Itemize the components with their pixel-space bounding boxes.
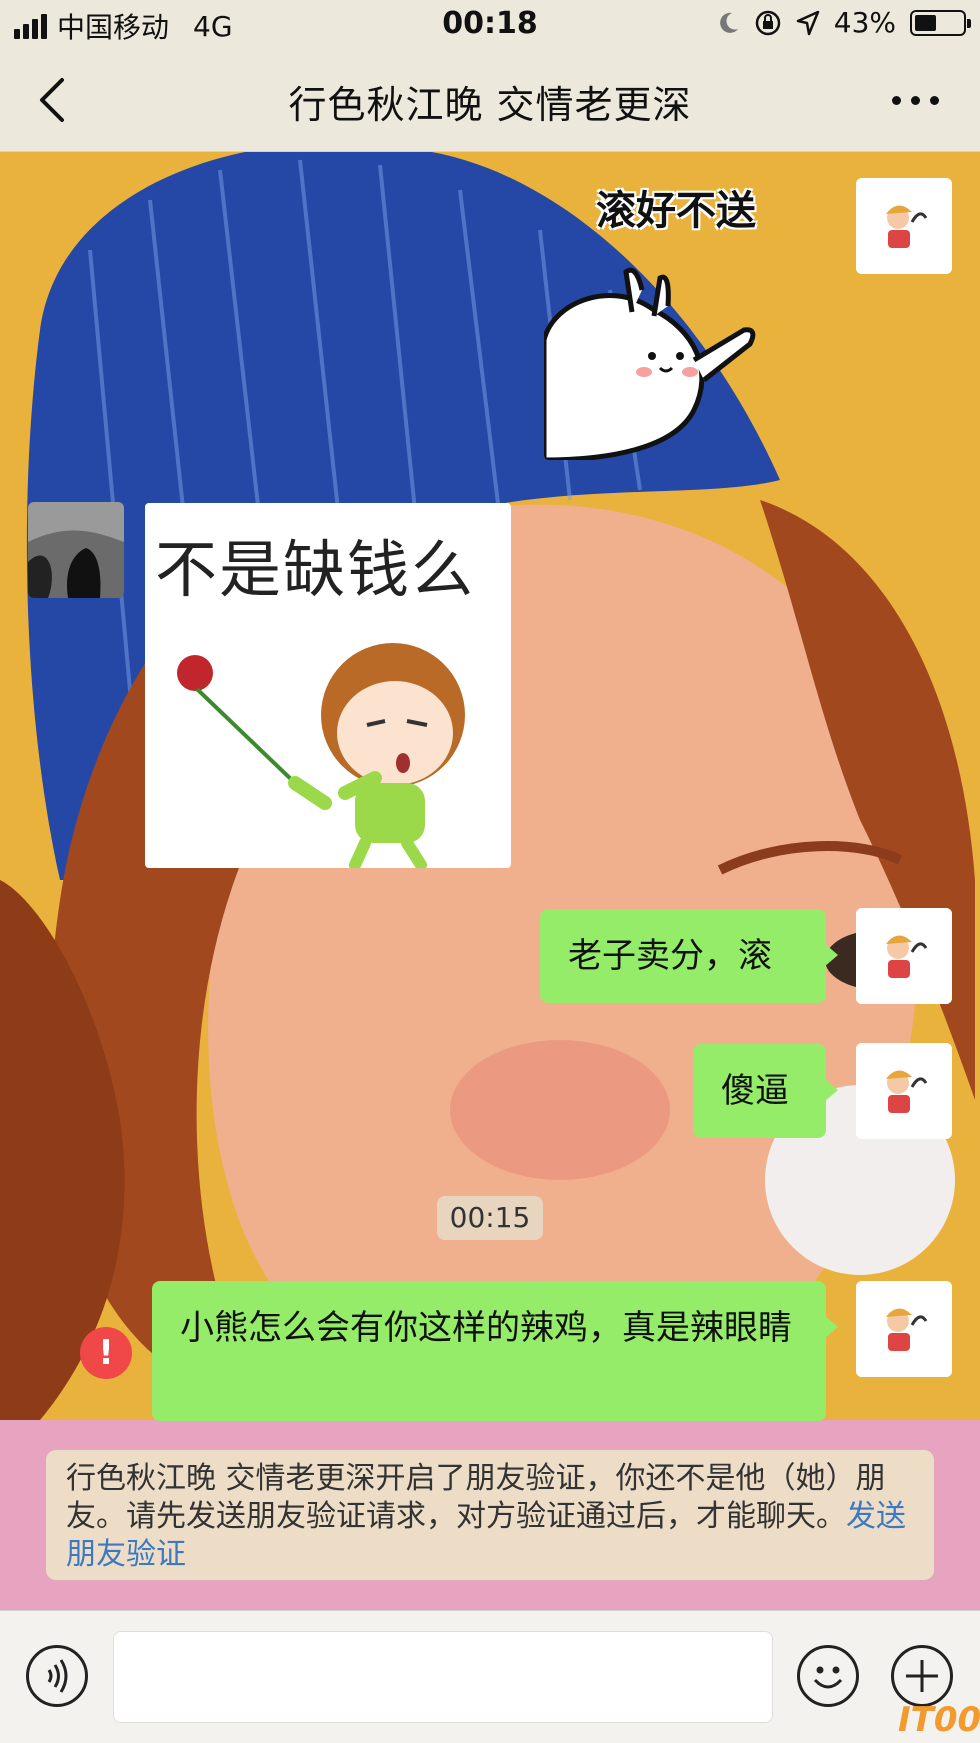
avatar-self[interactable] <box>856 178 952 274</box>
battery-icon <box>910 9 971 36</box>
emoji-icon[interactable] <box>797 1645 859 1707</box>
avatar-self[interactable] <box>856 1043 952 1139</box>
message-bubble[interactable]: 老子卖分，滚 <box>540 909 838 1003</box>
message-bubble[interactable]: 小熊怎么会有你这样的辣鸡，真是辣眼睛 <box>152 1281 838 1421</box>
avatar-cartoon-icon <box>856 1043 952 1139</box>
chat-title: 行色秋江晚 交情老更深 <box>288 83 692 127</box>
message-bubble[interactable]: 傻逼 <box>693 1044 838 1138</box>
moon-icon <box>719 12 738 33</box>
voice-icon[interactable] <box>26 1645 88 1707</box>
chat-header: 行色秋江晚 交情老更深 <box>0 50 980 152</box>
boy-with-rose-figure <box>177 643 465 868</box>
avatar-self[interactable] <box>856 1281 952 1377</box>
avatar-cartoon-icon <box>856 908 952 1004</box>
watermark-logo: IT007 <box>898 1700 980 1740</box>
more-dots-icon[interactable] <box>892 85 944 115</box>
sticker-bunny[interactable]: 滚好不送 <box>544 170 794 460</box>
location-icon <box>796 10 820 35</box>
sticker-boy-rose[interactable]: 不是缺钱么 <box>145 503 511 868</box>
avatar-contact[interactable] <box>28 502 124 598</box>
message-timestamp: 00:15 <box>437 1196 543 1240</box>
send-failed-icon[interactable]: ! <box>80 1327 132 1379</box>
rotation-lock-icon <box>755 10 781 35</box>
avatar-cartoon-icon <box>856 178 952 274</box>
message-input[interactable] <box>113 1631 773 1723</box>
sticker-caption: 滚好不送 <box>596 188 756 234</box>
avatar-cartoon-icon <box>856 1281 952 1377</box>
avatar-photo <box>28 502 124 598</box>
message-text: 老子卖分，滚 <box>568 936 772 976</box>
battery-percent: 43% <box>833 6 896 39</box>
plus-icon[interactable] <box>891 1645 953 1707</box>
status-bar: 中国移动 4G 00:18 43% <box>0 0 980 50</box>
friend-verification-notice: 行色秋江晚 交情老更深开启了朋友验证，你还不是他（她）朋友。请先发送朋友验证请求… <box>46 1450 934 1580</box>
message-text: 小熊怎么会有你这样的辣鸡，真是辣眼睛 <box>180 1308 792 1348</box>
status-right: 43% <box>718 6 971 39</box>
avatar-self[interactable] <box>856 908 952 1004</box>
chat-input-bar <box>0 1610 980 1743</box>
sticker-caption: 不是缺钱么 <box>155 533 476 606</box>
notice-text: 行色秋江晚 交情老更深开启了朋友验证，你还不是他（她）朋友。请先发送朋友验证请求… <box>66 1461 886 1534</box>
message-text: 傻逼 <box>721 1071 789 1111</box>
bunny-figure <box>544 267 756 460</box>
